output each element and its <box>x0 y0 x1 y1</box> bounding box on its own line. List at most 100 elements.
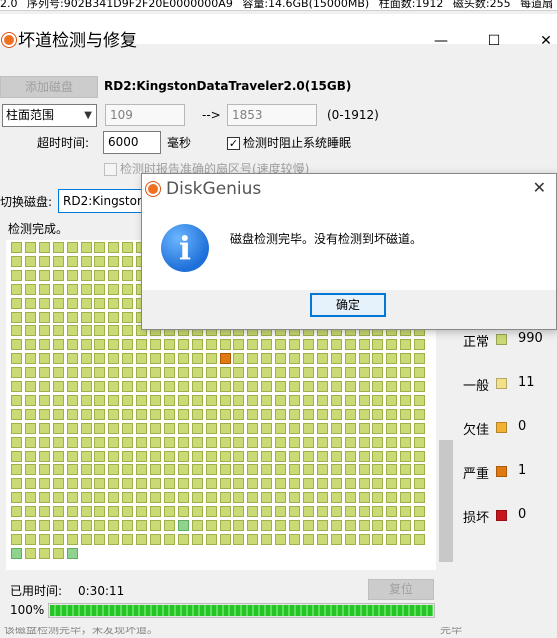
sector-cell <box>150 492 161 504</box>
sector-cell <box>24 269 36 281</box>
sector-cell <box>205 367 217 379</box>
sector-cell <box>80 255 92 267</box>
sector-cell <box>38 394 50 406</box>
sector-cell <box>233 408 245 420</box>
sector-cell <box>150 506 161 518</box>
sector-cell <box>150 339 161 351</box>
maximize-button[interactable]: ☐ <box>479 30 509 52</box>
grid-scrollbar[interactable] <box>439 440 453 562</box>
sector-cell <box>108 339 120 351</box>
timeout-input[interactable]: 6000 <box>103 131 161 154</box>
sector-cell <box>414 506 426 518</box>
sector-cell <box>11 533 22 545</box>
legend-color-swatch <box>496 334 507 345</box>
sector-cell <box>275 450 287 462</box>
sector-cell <box>66 381 78 392</box>
sector-cell <box>24 506 36 518</box>
sector-cell <box>11 520 22 531</box>
sector-cell <box>261 533 273 545</box>
sector-cell <box>136 436 148 448</box>
sector-cell <box>302 478 314 490</box>
progress-bar <box>48 603 435 618</box>
sector-cell <box>66 367 78 379</box>
sector-cell <box>372 492 384 504</box>
sector-cell <box>11 492 22 504</box>
sector-cell <box>66 492 78 504</box>
sector-cell <box>150 408 161 420</box>
ok-button[interactable]: 确定 <box>310 293 386 317</box>
sector-cell <box>122 478 134 490</box>
sector-cell <box>330 436 342 448</box>
sector-cell <box>52 297 64 309</box>
sector-cell <box>316 367 328 379</box>
sector-cell <box>205 339 217 351</box>
sector-cell <box>219 533 231 545</box>
timeout-label: 超时时间: <box>37 136 90 150</box>
sector-cell <box>122 533 134 545</box>
sector-cell <box>11 381 22 392</box>
sector-cell <box>66 547 78 559</box>
sector-cell <box>316 408 328 420</box>
reset-button[interactable]: 复位 <box>368 579 434 600</box>
sector-cell <box>219 381 231 392</box>
report-sector-checkbox[interactable] <box>104 163 117 176</box>
sector-cell <box>219 506 231 518</box>
sector-cell <box>191 408 203 420</box>
sector-cell <box>414 394 426 406</box>
close-button[interactable]: ✕ <box>531 30 557 52</box>
sector-cell <box>302 408 314 420</box>
sector-cell <box>66 464 78 476</box>
sector-cell <box>247 464 259 476</box>
bottom-hint-text: 该磁盘检测完毕，未发现坏道。 <box>4 627 158 636</box>
sector-cell <box>24 547 36 559</box>
sector-cell <box>261 367 273 379</box>
sector-cell <box>80 311 92 323</box>
sector-cell <box>219 353 231 365</box>
sector-cell <box>358 422 370 434</box>
sector-cell <box>302 367 314 379</box>
sector-cell <box>66 506 78 518</box>
sector-cell <box>122 283 134 295</box>
sector-cell <box>219 492 231 504</box>
sector-cell <box>289 367 300 379</box>
end-cylinder-field[interactable]: 1853 <box>227 104 317 126</box>
sector-cell <box>261 464 273 476</box>
sector-cell <box>94 325 106 337</box>
legend-color-swatch <box>496 466 507 477</box>
sector-cell <box>191 381 203 392</box>
sector-cell <box>414 464 426 476</box>
sector-cell <box>205 408 217 420</box>
sector-cell <box>302 422 314 434</box>
sector-cell <box>38 297 50 309</box>
sector-cell <box>136 450 148 462</box>
sector-cell <box>414 492 426 504</box>
prevent-sleep-checkbox[interactable]: ✓ <box>227 137 240 150</box>
sector-cell <box>372 450 384 462</box>
sector-cell <box>191 492 203 504</box>
sector-cell <box>52 255 64 267</box>
sector-cell <box>24 533 36 545</box>
sector-cell <box>219 339 231 351</box>
add-disk-button[interactable]: 添加磁盘 <box>0 76 98 98</box>
sector-cell <box>289 436 300 448</box>
sector-cell <box>316 520 328 531</box>
dialog-close-button[interactable]: ✕ <box>533 178 546 197</box>
minimize-button[interactable]: — <box>426 30 456 52</box>
sector-cell <box>80 381 92 392</box>
range-arrow: --> <box>202 108 221 122</box>
start-cylinder-field[interactable]: 109 <box>105 104 185 126</box>
sector-cell <box>80 408 92 420</box>
sector-cell <box>400 533 412 545</box>
sector-cell <box>261 394 273 406</box>
range-mode-value: 柱面范围 <box>6 108 55 122</box>
sector-cell <box>344 436 356 448</box>
range-mode-select[interactable]: 柱面范围 ▼ <box>2 104 97 127</box>
sector-cell <box>414 367 426 379</box>
sector-cell <box>358 478 370 490</box>
switch-disk-select[interactable]: RD2:Kingston <box>58 189 145 213</box>
sector-cell <box>11 297 22 309</box>
dialog-title-bar: DiskGenius ✕ <box>142 174 556 206</box>
sector-cell <box>344 353 356 365</box>
sector-cell <box>358 464 370 476</box>
sector-cell <box>136 464 148 476</box>
